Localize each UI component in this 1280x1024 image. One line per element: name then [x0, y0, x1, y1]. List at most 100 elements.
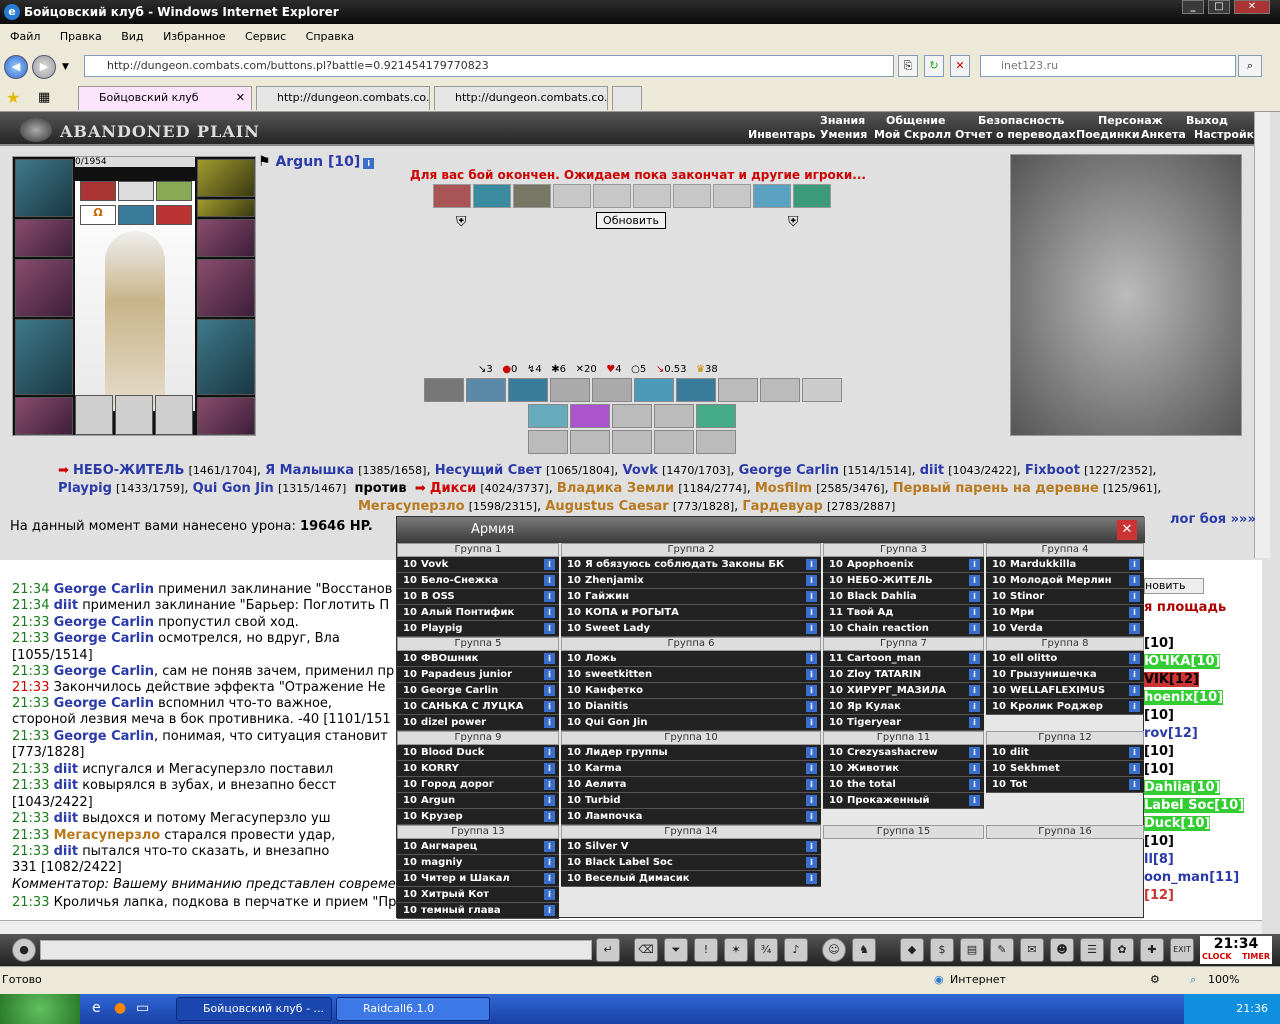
info-icon[interactable]: i [806, 841, 817, 852]
group-member[interactable]: 10 Papadeus junior i [397, 667, 559, 683]
info-icon[interactable]: i [1129, 607, 1140, 618]
info-icon[interactable]: i [806, 701, 817, 712]
offhand-slot-icon[interactable] [197, 259, 255, 317]
info-icon[interactable]: i [544, 669, 555, 680]
team2-player[interactable]: Первый парень на деревне [893, 481, 1099, 496]
list-item[interactable]: Label Soc[10] [1144, 798, 1245, 813]
info-icon[interactable]: i [969, 701, 980, 712]
list-item[interactable]: [10] [1144, 708, 1174, 723]
info-icon[interactable]: i [969, 653, 980, 664]
group-member[interactable]: 10 ХИРУРГ_МАЗИЛА i [823, 683, 984, 699]
search-icon[interactable]: ⌕ [1238, 55, 1262, 77]
team2-player[interactable]: Mosfilm [755, 481, 812, 496]
info-icon[interactable]: i [1129, 591, 1140, 602]
info-icon[interactable]: i [1129, 763, 1140, 774]
menu-character[interactable]: Персонаж [1098, 114, 1163, 127]
empty-slot-icon[interactable] [115, 395, 153, 435]
info-icon[interactable]: i [544, 747, 555, 758]
group-member[interactable]: 10 Ложь i [561, 651, 821, 667]
menu-tools[interactable]: Сервис [245, 30, 286, 43]
group-member[interactable]: 10 Apophoenix i [823, 557, 984, 573]
spell-icon[interactable] [634, 378, 674, 402]
spell-icon[interactable] [802, 378, 842, 402]
submenu-profile[interactable]: Анкета [1141, 128, 1186, 141]
team1-player[interactable]: Несущий Свет [435, 463, 542, 478]
empty-slot-icon[interactable] [75, 395, 113, 435]
info-icon[interactable]: i [969, 591, 980, 602]
spell-icon[interactable] [592, 378, 632, 402]
chat-log-icon[interactable]: ! [694, 938, 718, 962]
list-item[interactable]: [10] [1144, 762, 1174, 777]
group-member[interactable]: 10 Tot i [986, 777, 1144, 793]
compat-view-icon[interactable]: ⎘ [898, 55, 918, 77]
group-member[interactable]: 10 Sweet Lady i [561, 621, 821, 637]
list-item[interactable]: [12] [1144, 888, 1174, 903]
spell-icon[interactable] [508, 378, 548, 402]
info-icon[interactable]: i [969, 795, 980, 806]
scroll-icon[interactable]: ✎ [990, 938, 1014, 962]
log-actor[interactable]: diit [54, 811, 78, 826]
filter-icon[interactable]: ⏷ [664, 938, 688, 962]
group-member[interactable]: 10 Crezysashacrew i [823, 745, 984, 761]
info-icon[interactable]: i [806, 811, 817, 822]
log-actor[interactable]: George Carlin [54, 729, 154, 744]
group-member[interactable]: 10 Stinor i [986, 589, 1144, 605]
chat-input[interactable] [40, 940, 592, 960]
group-member[interactable]: 10 Vovk i [397, 557, 559, 573]
log-actor[interactable]: George Carlin [54, 615, 154, 630]
group-member[interactable]: 10 Playpig i [397, 621, 559, 637]
pants-slot-icon[interactable] [197, 319, 255, 395]
submenu-battles[interactable]: Поединки [1076, 128, 1140, 141]
info-icon[interactable]: i [969, 623, 980, 634]
info-icon[interactable]: i [1129, 747, 1140, 758]
speaker-icon[interactable]: ♪ [784, 938, 808, 962]
zoom-icon[interactable]: ⌕ [1190, 967, 1196, 993]
eraser-icon[interactable]: ⌫ [634, 938, 658, 962]
task-ie[interactable]: Бойцовский клуб - ... [176, 997, 332, 1021]
log-actor[interactable]: George Carlin [54, 631, 154, 646]
team2-player[interactable]: Дикси [430, 481, 476, 496]
info-icon[interactable]: i [806, 653, 817, 664]
smiley-icon[interactable]: ☺ [822, 938, 846, 962]
buff-ice-icon[interactable] [118, 205, 154, 225]
group-member[interactable]: 10 Qui Gon Jin i [561, 715, 821, 731]
spell-icon[interactable] [654, 430, 694, 454]
info-icon[interactable]: i [544, 905, 555, 916]
empty-slot-icon[interactable] [155, 395, 193, 435]
group-member[interactable]: 10 magniy i [397, 855, 559, 871]
info-icon[interactable]: i [969, 685, 980, 696]
group-member[interactable]: 10 Karma i [561, 761, 821, 777]
group-member[interactable]: 10 Я обязуюсь соблюдать Законы БК i [561, 557, 821, 573]
list-item[interactable]: [10] [1144, 636, 1174, 651]
group-member[interactable]: 10 САНЬКА С ЛУЦКА i [397, 699, 559, 715]
info-icon[interactable]: i [1129, 575, 1140, 586]
info-icon[interactable]: i [544, 779, 555, 790]
spell-icon[interactable] [570, 404, 610, 428]
ability-icon[interactable] [473, 184, 511, 208]
info-icon[interactable]: i [544, 591, 555, 602]
tab-close-icon[interactable]: ✕ [236, 87, 245, 109]
horizontal-scrollbar[interactable] [0, 920, 1262, 934]
group-member[interactable]: 10 Ангмарец i [397, 839, 559, 855]
log-actor[interactable]: diit [54, 844, 78, 859]
team1-player[interactable]: Qui Gon Jin [193, 481, 274, 496]
rings-slot-icon[interactable] [197, 199, 255, 217]
group-member[interactable]: 10 Dianitis i [561, 699, 821, 715]
group-member[interactable]: 10 Zloy TATARIN i [823, 667, 984, 683]
log-actor[interactable]: George Carlin [54, 664, 154, 679]
info-icon[interactable]: i [969, 607, 980, 618]
info-icon[interactable]: i [806, 685, 817, 696]
bag-icon[interactable]: ◆ [900, 938, 924, 962]
group-member[interactable]: 11 Cartoon_man i [823, 651, 984, 667]
info-icon[interactable]: i [969, 779, 980, 790]
clan-icon[interactable]: ♞ [852, 938, 876, 962]
group-member[interactable]: 10 Веселый Димасик i [561, 871, 821, 887]
list-item[interactable]: oon_man[11] [1144, 870, 1239, 885]
pets-icon[interactable]: ✿ [1110, 938, 1134, 962]
team1-player[interactable]: diit [920, 463, 944, 478]
list-item[interactable]: VIK[12] [1144, 672, 1199, 687]
group-member[interactable]: 10 Хитрый Кот i [397, 887, 559, 903]
money-icon[interactable]: $ [930, 938, 954, 962]
search-input[interactable]: inet123.ru [980, 55, 1236, 77]
spell-icon[interactable] [528, 430, 568, 454]
